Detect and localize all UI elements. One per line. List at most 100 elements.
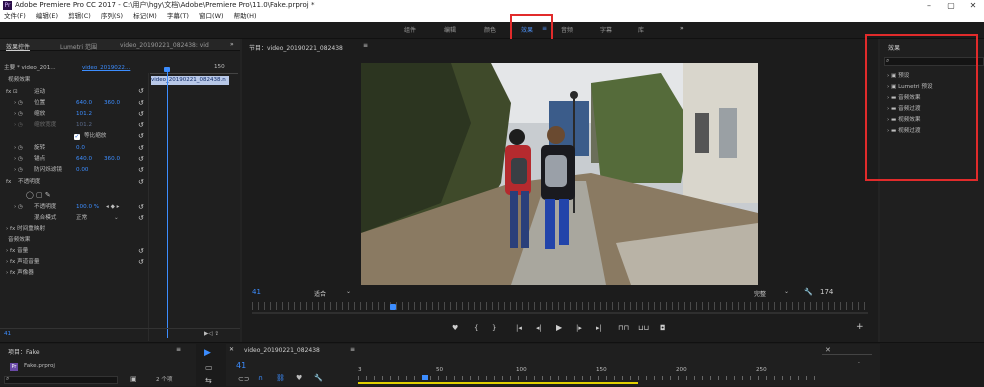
time-remap-label[interactable]: › fx 时间重映射 bbox=[6, 225, 45, 234]
workspace-tab-editing[interactable]: 编辑 bbox=[444, 25, 456, 34]
project-panel-title[interactable]: 项目：Fake bbox=[8, 347, 40, 356]
camera-icon[interactable]: ◘ bbox=[660, 324, 666, 332]
selection-tool-icon[interactable]: ▶ bbox=[204, 348, 211, 358]
magnet-icon[interactable]: ∩ bbox=[258, 374, 263, 382]
audio-channel-volume-row[interactable]: › fx 声道音量 bbox=[6, 258, 39, 267]
close-icon[interactable]: ✕ bbox=[229, 346, 234, 353]
audio-panner-row[interactable]: › fx 声像器 bbox=[6, 269, 34, 278]
step-back-icon[interactable]: ◂| bbox=[536, 324, 542, 332]
param-rotation-value[interactable]: 0.0 bbox=[76, 144, 85, 153]
project-search-input[interactable] bbox=[4, 376, 118, 384]
reset-icon[interactable]: ↺ bbox=[138, 258, 144, 266]
step-forward-icon[interactable]: |▸ bbox=[576, 324, 582, 332]
go-to-out-icon[interactable]: ▸| bbox=[596, 324, 602, 332]
menu-file[interactable]: 文件(F) bbox=[4, 11, 26, 22]
program-playhead[interactable] bbox=[390, 304, 396, 310]
chevron-down-icon[interactable]: ⌄ bbox=[784, 288, 789, 295]
opacity-effect-label[interactable]: 不透明度 bbox=[18, 178, 40, 187]
tab-source-monitor[interactable]: video_20190221_082438: vid bbox=[120, 42, 209, 49]
param-position-x[interactable]: 640.0 bbox=[76, 99, 92, 108]
reset-icon[interactable]: ↺ bbox=[138, 166, 144, 174]
timeline-menu-icon[interactable]: ≡ bbox=[350, 346, 355, 353]
close-icon[interactable]: ✕ bbox=[962, 0, 984, 11]
param-opacity-value[interactable]: 100.0 % bbox=[76, 203, 99, 212]
workspace-tab-audio[interactable]: 音频 bbox=[561, 25, 573, 34]
add-button-icon[interactable]: + bbox=[856, 322, 864, 332]
fit-select[interactable]: 适合 bbox=[314, 289, 326, 298]
mask-shape-icons[interactable]: ◯ ▢ ✎ bbox=[26, 191, 51, 200]
quality-select[interactable]: 完整 bbox=[754, 289, 766, 298]
stopwatch-icon[interactable]: › ◷ bbox=[14, 144, 23, 153]
program-menu-icon[interactable]: ≡ bbox=[363, 42, 368, 49]
program-monitor-title[interactable]: 节目：video_20190221_082438 bbox=[249, 43, 343, 52]
clip-label[interactable]: video_2019022... bbox=[82, 64, 130, 73]
param-anchor-y[interactable]: 360.0 bbox=[104, 155, 120, 164]
clip-bar[interactable]: video_20190221_082438.n bbox=[151, 76, 229, 85]
wrench-icon[interactable]: 🔧 bbox=[804, 288, 813, 296]
param-anchor-x[interactable]: 640.0 bbox=[76, 155, 92, 164]
snap-icon[interactable]: ⊂⊃ bbox=[238, 375, 250, 383]
stopwatch-icon[interactable]: › ◷ bbox=[14, 203, 23, 212]
panel-more-icon[interactable]: » bbox=[230, 41, 234, 48]
master-clip-label[interactable]: 主要 * video_201... bbox=[4, 64, 56, 73]
menu-edit[interactable]: 编辑(E) bbox=[36, 11, 58, 22]
track-select-tool-icon[interactable]: ▭ bbox=[205, 363, 213, 372]
menu-marker[interactable]: 标记(M) bbox=[133, 11, 157, 22]
extract-icon[interactable]: ⊔⊔ bbox=[638, 324, 649, 332]
menu-sequence[interactable]: 序列(S) bbox=[101, 11, 123, 22]
play-icon[interactable]: ▶ bbox=[556, 323, 562, 332]
workspace-tab-libraries[interactable]: 库 bbox=[638, 25, 644, 34]
reset-icon[interactable]: ↺ bbox=[138, 178, 144, 186]
workspace-tab-assembly[interactable]: 组件 bbox=[404, 25, 416, 34]
audio-volume-row[interactable]: › fx 音量 bbox=[6, 247, 28, 256]
workspace-tab-captions[interactable]: 字幕 bbox=[600, 25, 612, 34]
stopwatch-icon[interactable]: › ◷ bbox=[14, 110, 23, 119]
reset-icon[interactable]: ↺ bbox=[138, 155, 144, 163]
tab-lumetri-scopes[interactable]: Lumetri 范围 bbox=[60, 42, 97, 51]
param-position-y[interactable]: 360.0 bbox=[104, 99, 120, 108]
menu-help[interactable]: 帮助(H) bbox=[234, 11, 257, 22]
menu-window[interactable]: 窗口(W) bbox=[199, 11, 224, 22]
reset-icon[interactable]: ↺ bbox=[138, 132, 144, 140]
lift-icon[interactable]: ⊓⊓ bbox=[618, 324, 629, 332]
ripple-edit-tool-icon[interactable]: ⇆ bbox=[205, 376, 212, 385]
mark-out-icon[interactable]: } bbox=[492, 324, 496, 332]
go-to-in-icon[interactable]: |◂ bbox=[516, 324, 522, 332]
stopwatch-icon[interactable]: › ◷ bbox=[14, 99, 23, 108]
stopwatch-icon[interactable]: › ◷ bbox=[14, 155, 23, 164]
reset-icon[interactable]: ↺ bbox=[138, 110, 144, 118]
wrench-icon[interactable]: 🔧 bbox=[314, 374, 323, 382]
chevron-down-icon[interactable]: ⌄ bbox=[346, 288, 351, 295]
workspace-more-icon[interactable]: » bbox=[680, 25, 684, 32]
time-ruler[interactable] bbox=[252, 302, 868, 310]
reset-icon[interactable]: ↺ bbox=[138, 144, 144, 152]
reset-icon[interactable]: ↺ bbox=[138, 214, 144, 222]
menu-title[interactable]: 字幕(T) bbox=[167, 11, 189, 22]
add-marker-icon[interactable]: ♥ bbox=[296, 374, 302, 382]
workspace-tab-color[interactable]: 颜色 bbox=[484, 25, 496, 34]
maximize-icon[interactable]: ▢ bbox=[940, 0, 962, 11]
reset-icon[interactable]: ↺ bbox=[138, 203, 144, 211]
project-menu-icon[interactable]: ≡ bbox=[176, 346, 181, 353]
timeline-playhead[interactable] bbox=[422, 375, 428, 380]
menu-clip[interactable]: 剪辑(C) bbox=[68, 11, 91, 22]
reset-icon[interactable]: ↺ bbox=[138, 99, 144, 107]
uniform-scale-checkbox[interactable]: ✓ bbox=[74, 134, 80, 140]
minimize-icon[interactable]: – bbox=[918, 0, 940, 11]
reset-motion-icon[interactable]: ↺ bbox=[138, 87, 144, 95]
mark-in-icon[interactable]: { bbox=[474, 324, 478, 332]
add-marker-icon[interactable]: ♥ bbox=[452, 324, 458, 332]
chevron-down-icon[interactable]: ⌄ bbox=[114, 214, 119, 223]
param-scale-value[interactable]: 101.2 bbox=[76, 110, 92, 119]
linked-selection-icon[interactable]: ⛓ bbox=[276, 374, 285, 382]
blend-mode-select[interactable]: 正常 bbox=[76, 214, 87, 223]
tab-effect-controls[interactable]: 效果控件 bbox=[6, 42, 30, 51]
timeline-title[interactable]: video_20190221_082438 bbox=[244, 347, 320, 354]
reset-icon[interactable]: ↺ bbox=[138, 247, 144, 255]
stopwatch-icon[interactable]: › ◷ bbox=[14, 166, 23, 175]
motion-effect-label[interactable]: 运动 bbox=[34, 88, 45, 97]
timeline-timecode[interactable]: 41 bbox=[236, 361, 246, 370]
filter-icons[interactable]: ▶◁ ⇪ bbox=[204, 330, 219, 339]
close-icon[interactable]: ✕ bbox=[825, 346, 831, 354]
param-antiflicker-value[interactable]: 0.00 bbox=[76, 166, 88, 175]
